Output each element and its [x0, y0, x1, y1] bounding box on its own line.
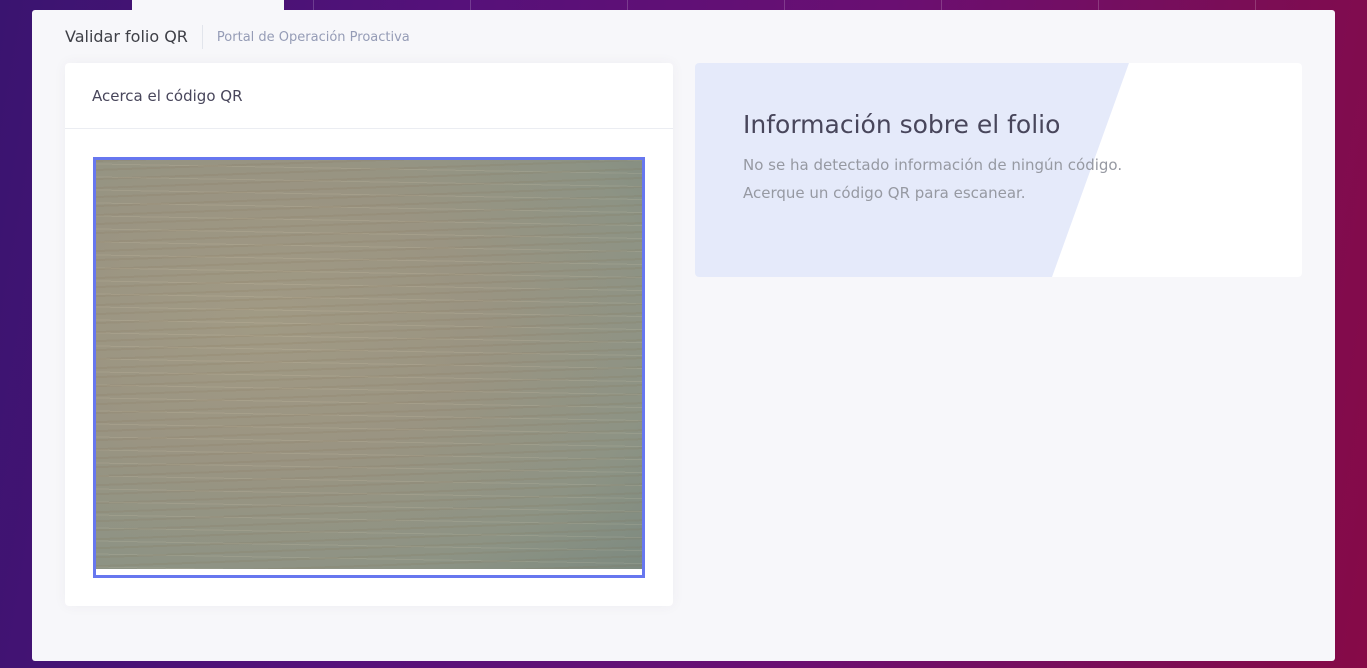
subheader: Validar folio QR Portal de Operación Pro… — [65, 25, 410, 49]
top-tab-indicator — [132, 0, 284, 10]
camera-video-feed — [96, 160, 642, 569]
camera-preview-frame[interactable] — [93, 157, 645, 578]
folio-info-title: Información sobre el folio — [743, 110, 1061, 139]
qr-scanner-card: Acerca el código QR — [65, 63, 673, 606]
folio-info-message-line-2: Acerque un código QR para escanear. — [743, 184, 1026, 202]
folio-info-message-line-1: No se ha detectado información de ningún… — [743, 156, 1123, 174]
qr-scanner-title: Acerca el código QR — [92, 86, 243, 105]
folio-info-message: No se ha detectado información de ningún… — [743, 151, 1263, 207]
folio-info-content: Información sobre el folio No se ha dete… — [743, 110, 1263, 207]
page-description: Portal de Operación Proactiva — [216, 29, 410, 45]
folio-info-card: Información sobre el folio No se ha dete… — [695, 63, 1302, 277]
page-title: Validar folio QR — [65, 25, 203, 49]
content-panel: Validar folio QR Portal de Operación Pro… — [32, 10, 1335, 661]
qr-scanner-card-header: Acerca el código QR — [65, 63, 673, 129]
